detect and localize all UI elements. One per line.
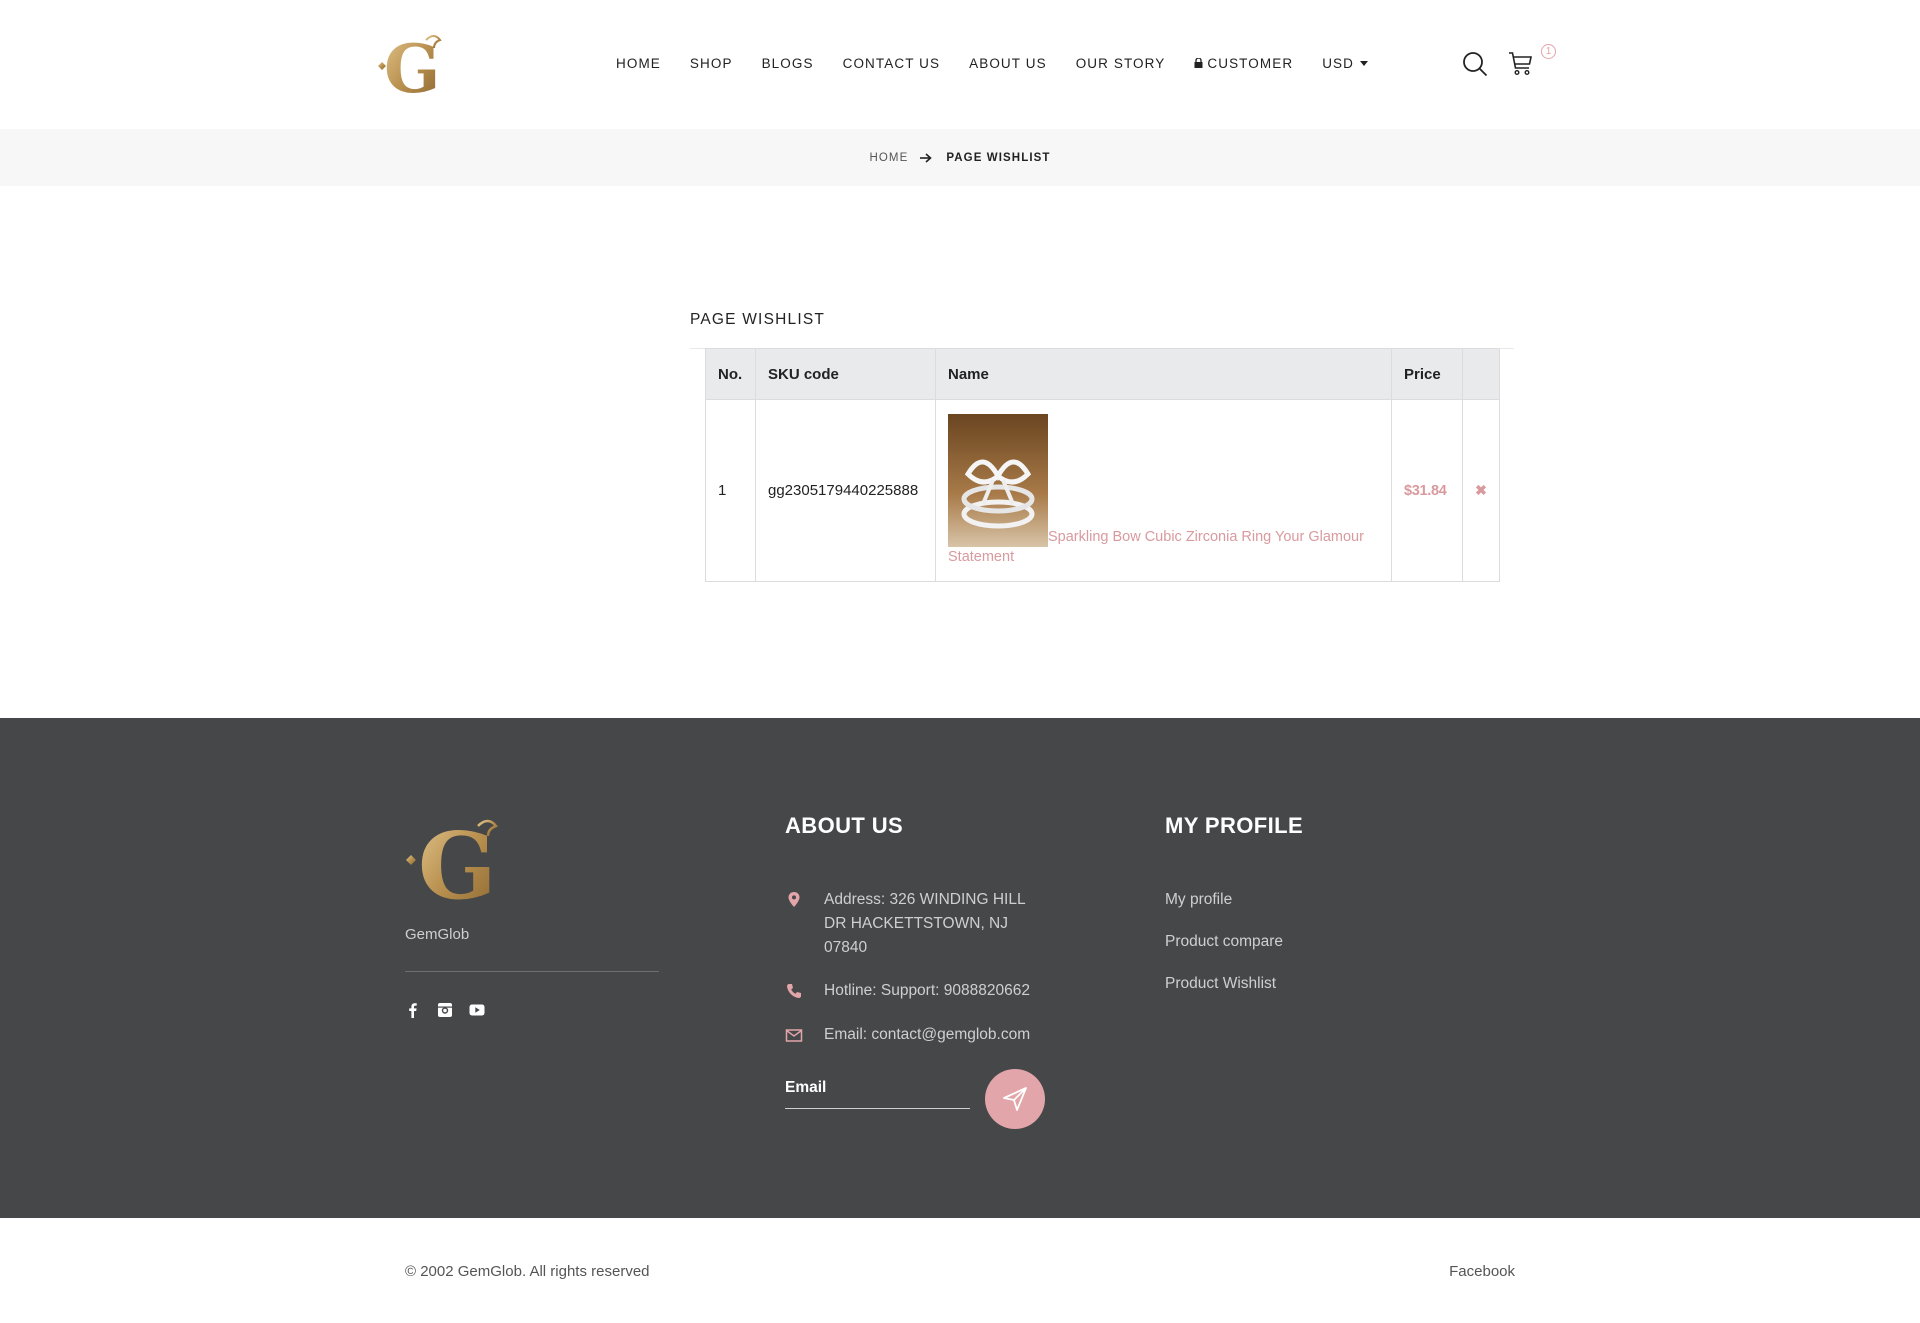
nav-blogs-label: BLOGS — [761, 56, 814, 71]
gemglob-logo[interactable]: G — [374, 30, 454, 100]
cart-count-badge: 1 — [1541, 44, 1556, 59]
wishlist-table: No. SKU code Name Price 1 gg230517944022… — [705, 348, 1500, 582]
breadcrumb-bar: HOME PAGE WISHLIST — [0, 129, 1920, 186]
nav-contact-us-label: CONTACT US — [842, 56, 941, 71]
about-us-heading: ABOUT US — [785, 813, 904, 838]
my-profile-link[interactable]: My profile — [1165, 891, 1232, 909]
nav-home-label: HOME — [616, 56, 661, 71]
nav-our-story-label: OUR STORY — [1075, 56, 1166, 71]
footer-brand-name: GemGlob — [405, 926, 470, 943]
site-footer: G GemGlob ABOUT US Address: 326 WINDING … — [0, 718, 1920, 1218]
product-compare-link[interactable]: Product compare — [1165, 933, 1283, 951]
phone-icon — [787, 984, 801, 998]
bottom-bar: © 2002 GemGlob. All rights reserved Face… — [0, 1218, 1920, 1323]
column-header-price: Price — [1391, 348, 1463, 400]
cart-icon[interactable] — [1508, 51, 1533, 76]
product-thumbnail[interactable] — [948, 414, 1048, 547]
instagram-icon[interactable] — [437, 1002, 453, 1018]
newsletter-email-wrapper — [785, 1069, 970, 1109]
nav-about-us-label: ABOUT US — [969, 56, 1047, 71]
newsletter-email-input[interactable] — [785, 1069, 970, 1107]
column-header-sku: SKU code — [755, 348, 936, 400]
address-text: Address: 326 WINDING HILL DR HACKETTSTOW… — [824, 891, 1025, 956]
currency-label: USD — [1322, 56, 1354, 71]
nav-contact-us[interactable]: CONTACT US — [843, 56, 941, 71]
location-pin-icon — [788, 892, 800, 907]
main-nav: HOME SHOP BLOGS CONTACT US ABOUT US OUR … — [616, 56, 1397, 71]
product-price: $31.84 — [1404, 483, 1447, 499]
breadcrumb: HOME PAGE WISHLIST — [0, 129, 1920, 186]
table-header-row: No. SKU code Name Price — [705, 348, 1500, 400]
site-header: G HOME SHOP BLOGS CONTACT US ABOUT US OU… — [0, 0, 1920, 129]
nav-customer[interactable]: CUSTOMER — [1194, 56, 1293, 71]
arrow-right-icon — [920, 152, 933, 163]
send-icon — [1003, 1087, 1027, 1111]
youtube-icon[interactable] — [469, 1002, 485, 1018]
row-name-cell: Sparkling Bow Cubic Zirconia Ring Your G… — [935, 399, 1392, 582]
row-number: 1 — [705, 399, 756, 582]
breadcrumb-home-link[interactable]: HOME — [869, 152, 908, 164]
nav-home[interactable]: HOME — [616, 56, 661, 71]
newsletter-send-button[interactable] — [985, 1069, 1045, 1129]
nav-customer-label: CUSTOMER — [1207, 56, 1294, 71]
address-row: Address: 326 WINDING HILL DR HACKETTSTOW… — [785, 888, 1025, 960]
email-row: Email: contact@gemglob.com — [785, 1023, 1030, 1047]
nav-shop[interactable]: SHOP — [690, 56, 733, 71]
nav-blogs[interactable]: BLOGS — [762, 56, 814, 71]
product-wishlist-link[interactable]: Product Wishlist — [1165, 975, 1276, 993]
hotline-row: Hotline: Support: 9088820662 — [785, 979, 1030, 1003]
currency-select[interactable]: USD — [1322, 56, 1368, 71]
lock-icon — [1194, 57, 1203, 68]
mail-icon — [785, 1029, 803, 1042]
row-remove-cell: ✖ — [1462, 399, 1500, 582]
nav-shop-label: SHOP — [689, 56, 733, 71]
facebook-link[interactable]: Facebook — [1449, 1263, 1515, 1280]
nav-about-us[interactable]: ABOUT US — [969, 56, 1047, 71]
table-row: 1 gg2305179440225888 Sparkling Bow Cubic… — [705, 399, 1500, 582]
column-header-name: Name — [935, 348, 1392, 400]
column-header-no: No. — [705, 348, 756, 400]
footer-divider — [405, 971, 659, 972]
email-text: Email: contact@gemglob.com — [824, 1026, 1031, 1043]
page-title: PAGE WISHLIST — [690, 311, 826, 328]
svg-text:G: G — [384, 30, 440, 100]
facebook-icon[interactable] — [405, 1002, 421, 1018]
breadcrumb-current: PAGE WISHLIST — [946, 151, 1051, 164]
search-icon[interactable] — [1462, 51, 1488, 77]
column-header-actions — [1462, 348, 1500, 400]
nav-our-story[interactable]: OUR STORY — [1076, 56, 1166, 71]
row-price-cell: $31.84 — [1391, 399, 1463, 582]
hotline-text: Hotline: Support: 9088820662 — [824, 982, 1030, 999]
svg-text:G: G — [418, 812, 497, 904]
row-sku: gg2305179440225888 — [755, 399, 936, 582]
remove-item-icon[interactable]: ✖ — [1475, 482, 1487, 499]
my-profile-heading: MY PROFILE — [1165, 813, 1304, 838]
footer-logo[interactable]: G — [404, 812, 516, 904]
copyright-text: © 2002 GemGlob. All rights reserved — [405, 1263, 650, 1280]
social-links — [405, 1002, 485, 1018]
caret-down-icon — [1360, 61, 1368, 66]
